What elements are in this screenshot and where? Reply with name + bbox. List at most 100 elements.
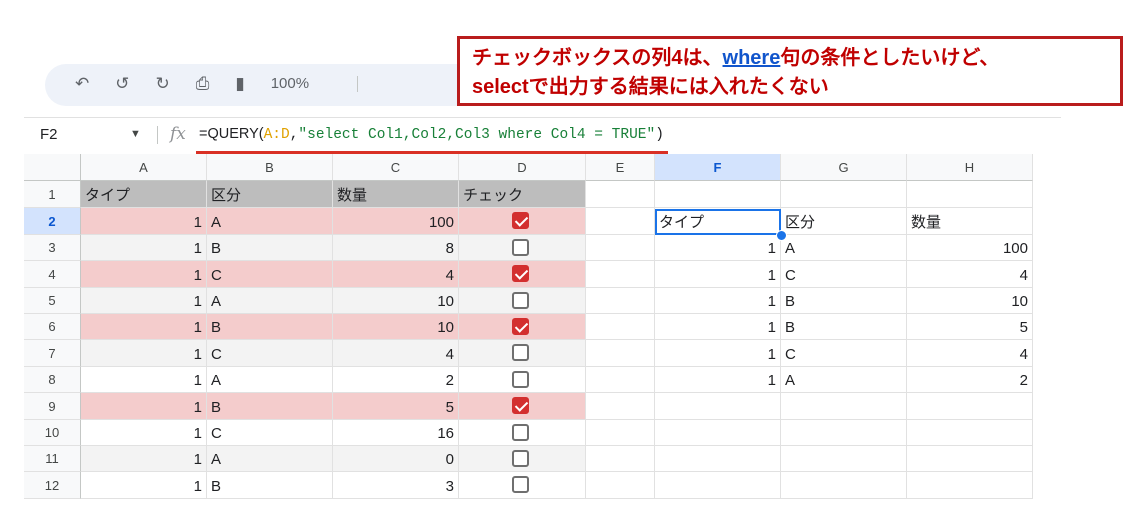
source-category-cell[interactable]: A xyxy=(207,367,333,393)
cell[interactable] xyxy=(586,314,655,340)
cell[interactable] xyxy=(586,208,655,235)
source-category-cell[interactable]: A xyxy=(207,208,333,235)
source-category-cell[interactable]: C xyxy=(207,261,333,288)
checkbox-unchecked[interactable] xyxy=(512,424,529,441)
cell[interactable] xyxy=(586,261,655,288)
cell[interactable] xyxy=(655,181,781,208)
cell[interactable] xyxy=(586,235,655,261)
result-category-cell[interactable]: A xyxy=(781,235,907,261)
row-header-9[interactable]: 9 xyxy=(24,393,81,420)
column-header-b[interactable]: B xyxy=(207,154,333,181)
cell[interactable] xyxy=(586,288,655,314)
result-category-cell[interactable]: B xyxy=(781,288,907,314)
row-header-12[interactable]: 12 xyxy=(24,472,81,499)
result-category-cell[interactable]: B xyxy=(781,314,907,340)
result-category-cell[interactable]: C xyxy=(781,340,907,367)
checkbox-unchecked[interactable] xyxy=(512,344,529,361)
source-check-cell[interactable] xyxy=(459,340,586,367)
source-type-cell[interactable]: 1 xyxy=(81,208,207,235)
paint-format-icon[interactable]: ▮ xyxy=(235,74,244,94)
checkbox-unchecked[interactable] xyxy=(512,371,529,388)
result-category-cell[interactable]: A xyxy=(781,367,907,393)
source-qty-cell[interactable]: 4 xyxy=(333,340,459,367)
source-check-cell[interactable] xyxy=(459,261,586,288)
source-type-cell[interactable]: 1 xyxy=(81,367,207,393)
source-header-cell[interactable]: チェック xyxy=(459,181,586,208)
source-qty-cell[interactable]: 10 xyxy=(333,314,459,340)
cell[interactable] xyxy=(907,472,1033,499)
source-type-cell[interactable]: 1 xyxy=(81,420,207,446)
cell[interactable] xyxy=(655,393,781,420)
source-qty-cell[interactable]: 4 xyxy=(333,261,459,288)
source-category-cell[interactable]: B xyxy=(207,314,333,340)
source-type-cell[interactable]: 1 xyxy=(81,446,207,472)
source-qty-cell[interactable]: 10 xyxy=(333,288,459,314)
source-check-cell[interactable] xyxy=(459,446,586,472)
back-icon[interactable]: ↶ xyxy=(75,74,89,94)
result-type-cell[interactable]: 1 xyxy=(655,314,781,340)
row-header-4[interactable]: 4 xyxy=(24,261,81,288)
cell[interactable] xyxy=(655,472,781,499)
checkbox-checked[interactable] xyxy=(512,212,529,229)
source-qty-cell[interactable]: 100 xyxy=(333,208,459,235)
source-check-cell[interactable] xyxy=(459,420,586,446)
source-category-cell[interactable]: C xyxy=(207,420,333,446)
cell[interactable] xyxy=(781,420,907,446)
row-header-3[interactable]: 3 xyxy=(24,235,81,261)
source-qty-cell[interactable]: 0 xyxy=(333,446,459,472)
result-category-cell[interactable]: C xyxy=(781,261,907,288)
source-type-cell[interactable]: 1 xyxy=(81,472,207,499)
cell[interactable] xyxy=(781,472,907,499)
source-check-cell[interactable] xyxy=(459,288,586,314)
result-type-cell[interactable]: 1 xyxy=(655,235,781,261)
column-header-c[interactable]: C xyxy=(333,154,459,181)
result-type-cell[interactable]: 1 xyxy=(655,367,781,393)
column-header-f[interactable]: F xyxy=(655,154,781,181)
source-category-cell[interactable]: A xyxy=(207,446,333,472)
source-qty-cell[interactable]: 8 xyxy=(333,235,459,261)
cell[interactable] xyxy=(586,472,655,499)
source-category-cell[interactable]: C xyxy=(207,340,333,367)
source-header-cell[interactable]: タイプ xyxy=(81,181,207,208)
cell[interactable] xyxy=(907,420,1033,446)
zoom-select[interactable]: 100% xyxy=(271,74,309,94)
cell[interactable] xyxy=(586,181,655,208)
fill-handle[interactable] xyxy=(776,230,787,241)
result-header-cell[interactable]: 区分 xyxy=(781,208,907,235)
redo-icon[interactable]: ↻ xyxy=(156,74,170,94)
column-header-g[interactable]: G xyxy=(781,154,907,181)
result-qty-cell[interactable]: 4 xyxy=(907,340,1033,367)
cell[interactable] xyxy=(586,340,655,367)
source-category-cell[interactable]: B xyxy=(207,235,333,261)
source-qty-cell[interactable]: 2 xyxy=(333,367,459,393)
column-header-a[interactable]: A xyxy=(81,154,207,181)
source-check-cell[interactable] xyxy=(459,235,586,261)
source-type-cell[interactable]: 1 xyxy=(81,261,207,288)
cell[interactable] xyxy=(586,420,655,446)
source-category-cell[interactable]: B xyxy=(207,393,333,420)
cell[interactable] xyxy=(907,393,1033,420)
result-type-cell[interactable]: 1 xyxy=(655,340,781,367)
result-qty-cell[interactable]: 10 xyxy=(907,288,1033,314)
result-header-cell[interactable]: 数量 xyxy=(907,208,1033,235)
result-type-cell[interactable]: 1 xyxy=(655,261,781,288)
cell[interactable] xyxy=(655,420,781,446)
result-qty-cell[interactable]: 4 xyxy=(907,261,1033,288)
name-box-dropdown-icon[interactable]: ▼ xyxy=(130,128,141,140)
row-header-11[interactable]: 11 xyxy=(24,446,81,472)
checkbox-checked[interactable] xyxy=(512,265,529,282)
name-box[interactable]: F2 xyxy=(40,126,58,143)
cell[interactable] xyxy=(781,393,907,420)
source-qty-cell[interactable]: 5 xyxy=(333,393,459,420)
cell[interactable] xyxy=(907,181,1033,208)
checkbox-unchecked[interactable] xyxy=(512,476,529,493)
cell[interactable] xyxy=(781,446,907,472)
source-check-cell[interactable] xyxy=(459,367,586,393)
undo-icon[interactable]: ↺ xyxy=(115,74,129,94)
source-type-cell[interactable]: 1 xyxy=(81,393,207,420)
formula-input[interactable]: =QUERY(A:D,"select Col1,Col2,Col3 where … xyxy=(199,126,664,143)
row-header-7[interactable]: 7 xyxy=(24,340,81,367)
source-qty-cell[interactable]: 3 xyxy=(333,472,459,499)
source-check-cell[interactable] xyxy=(459,314,586,340)
checkbox-unchecked[interactable] xyxy=(512,292,529,309)
